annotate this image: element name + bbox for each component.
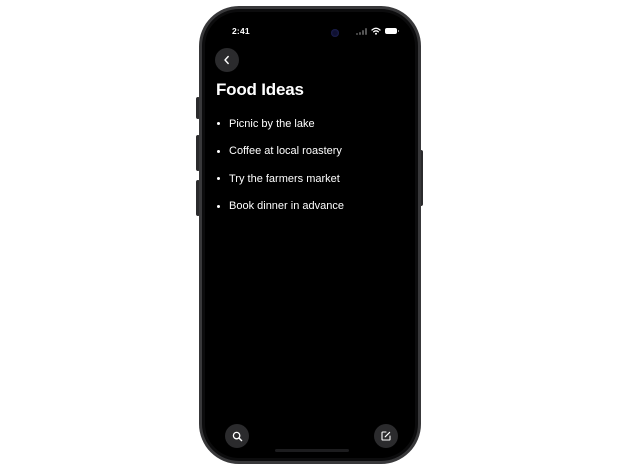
bullet-icon: [217, 122, 220, 126]
wifi-icon: [371, 27, 381, 35]
status-time: 2:41: [232, 26, 250, 36]
phone-screen: 2:41 Food Ideas Picnic by the lake Coffe…: [205, 12, 415, 458]
list-item[interactable]: Book dinner in advance: [217, 193, 344, 221]
list-item-text: Book dinner in advance: [229, 200, 344, 213]
list-item[interactable]: Coffee at local roastery: [217, 138, 344, 166]
bullet-icon: [217, 177, 220, 181]
back-button[interactable]: [215, 48, 239, 72]
list-item-text: Try the farmers market: [229, 172, 340, 185]
signal-icon: [356, 27, 367, 35]
dynamic-island: [280, 24, 346, 42]
search-button[interactable]: [225, 424, 249, 448]
list-item[interactable]: Try the farmers market: [217, 165, 344, 193]
list-item[interactable]: Picnic by the lake: [217, 110, 344, 138]
front-camera: [331, 29, 339, 37]
battery-icon: [385, 28, 399, 34]
stage: 2:41 Food Ideas Picnic by the lake Coffe…: [0, 0, 620, 468]
note-title[interactable]: Food Ideas: [216, 80, 304, 100]
phone-frame: 2:41 Food Ideas Picnic by the lake Coffe…: [199, 6, 421, 464]
home-indicator[interactable]: [275, 449, 349, 452]
compose-button[interactable]: [374, 424, 398, 448]
chevron-left-icon: [224, 55, 229, 65]
bullet-icon: [217, 204, 220, 208]
list-item-text: Picnic by the lake: [229, 117, 315, 130]
bullet-icon: [217, 149, 220, 153]
phone-bezel: 2:41 Food Ideas Picnic by the lake Coffe…: [202, 9, 418, 461]
note-list: Picnic by the lake Coffee at local roast…: [217, 110, 344, 220]
compose-icon: [381, 431, 391, 441]
search-icon: [232, 431, 242, 441]
list-item-text: Coffee at local roastery: [229, 145, 342, 158]
status-icons: [356, 27, 399, 35]
